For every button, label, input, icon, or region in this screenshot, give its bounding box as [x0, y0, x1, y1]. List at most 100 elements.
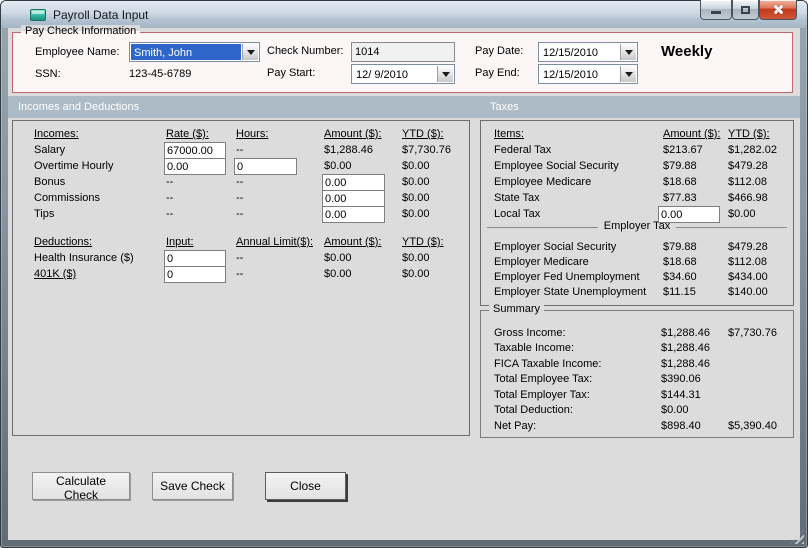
income-row-tips: Tips -- -- $0.00: [13, 206, 469, 223]
summary-legend: Summary: [489, 303, 545, 315]
label-gross-income: Gross Income:: [494, 327, 566, 339]
input-tips-amount[interactable]: [322, 206, 385, 223]
summary-groupbox: Summary Gross Income: $1,288.46 $7,730.76 T…: [480, 303, 794, 438]
deductions-header-deductions: Deductions:: [34, 236, 93, 248]
cell-federal-tax-ytd: $1,282.02: [728, 144, 777, 156]
pay-date-label: Pay Date:: [475, 45, 524, 57]
taxes-header-items: Items:: [494, 128, 524, 140]
cell-bonus-hours: --: [236, 176, 244, 188]
employee-name-dropdown-button[interactable]: [242, 44, 258, 60]
taxes-header-row: Items: Amount ($): YTD ($):: [481, 127, 793, 143]
calculate-check-button[interactable]: Calculate Check: [32, 472, 130, 502]
input-salary-rate[interactable]: [164, 142, 226, 159]
input-local-tax-amount[interactable]: [658, 206, 720, 223]
cell-health-insurance-amount: $0.00: [324, 252, 352, 264]
tax-row-local-tax: Local Tax $0.00: [481, 206, 793, 223]
tax-row-state-tax: State Tax $77.83 $466.98: [481, 191, 793, 207]
close-dialog-button[interactable]: Close: [265, 472, 346, 500]
incomes-header-ytd: YTD ($):: [402, 128, 444, 140]
cell-health-insurance-limit: --: [236, 252, 244, 264]
label-net-pay: Net Pay:: [494, 420, 537, 432]
incomes-header-hours: Hours:: [236, 128, 269, 140]
chevron-down-icon: [246, 50, 255, 55]
summary-row-net-pay: Net Pay: $898.40 $5,390.40: [481, 419, 793, 435]
taxes-header-amount: Amount ($):: [663, 128, 721, 140]
cell-employer-social-security-ytd: $479.28: [728, 241, 768, 253]
label-overtime-hourly: Overtime Hourly: [34, 160, 114, 172]
maximize-icon: [740, 5, 750, 14]
cell-employer-medicare-ytd: $112.08: [728, 256, 767, 268]
cell-state-tax-amount: $77.83: [663, 192, 697, 204]
label-employer-medicare: Employer Medicare: [494, 256, 589, 268]
deduction-row-health-insurance: Health Insurance ($) -- $0.00 $0.00: [13, 250, 469, 267]
minimize-button[interactable]: [700, 0, 732, 20]
label-employee-medicare: Employee Medicare: [494, 176, 592, 188]
label-total-deduction: Total Deduction:: [494, 404, 573, 416]
cell-employer-fed-unemployment-ytd: $434.00: [728, 271, 768, 283]
summary-row-total-employee-tax: Total Employee Tax: $390.06: [481, 372, 793, 388]
cell-employee-medicare-ytd: $112.08: [728, 176, 767, 188]
employee-name-value: Smith, John: [131, 44, 241, 60]
pay-start-dropdown-button[interactable]: [437, 66, 453, 82]
input-overtime-hourly-rate[interactable]: [164, 158, 226, 175]
input-health-insurance-input[interactable]: [164, 250, 226, 267]
save-check-button[interactable]: Save Check: [152, 472, 233, 500]
paycheck-info-groupbox: Pay Check Information Employee Name: Smi…: [12, 25, 793, 93]
ssn-label: SSN:: [35, 68, 61, 80]
label-state-tax: State Tax: [494, 192, 540, 204]
label-employer-state-unemployment: Employer State Unemployment: [494, 286, 647, 298]
cell-overtime-hourly-ytd: $0.00: [402, 160, 430, 172]
cell-employee-medicare-amount: $18.68: [663, 176, 697, 188]
pay-end-value: 12/15/2010: [543, 69, 599, 81]
input-commissions-amount[interactable]: [322, 190, 385, 207]
pay-end-dropdown-button[interactable]: [620, 66, 636, 82]
cell-salary-amount: $1,288.46: [324, 144, 373, 156]
minimize-icon: [711, 11, 721, 14]
incomes-deductions-panel: Incomes: Rate ($): Hours: Amount ($): YTD ($…: [12, 120, 470, 436]
summary-row-total-deduction: Total Deduction: $0.00: [481, 403, 793, 419]
cell-401k-amount: $0.00: [324, 268, 352, 280]
label-federal-tax: Federal Tax: [494, 144, 552, 156]
label-taxable-income: Taxable Income:: [494, 342, 575, 354]
cell-bonus-ytd: $0.00: [402, 176, 430, 188]
pay-end-picker[interactable]: 12/15/2010: [538, 64, 638, 84]
maximize-button[interactable]: [732, 0, 759, 20]
section-header-bar: Incomes and Deductions Taxes: [8, 96, 800, 118]
close-button[interactable]: [759, 0, 797, 20]
cell-fica-taxable-income-amount: $1,288.46: [661, 358, 710, 370]
deductions-header-amount: Amount ($):: [324, 236, 382, 248]
label-bonus: Bonus: [34, 176, 66, 188]
title-bar[interactable]: Payroll Data Input: [1, 1, 807, 28]
pay-start-picker[interactable]: 12/ 9/2010: [351, 64, 455, 84]
label-employer-social-security: Employer Social Security: [494, 241, 617, 253]
pay-frequency-label: Weekly: [661, 43, 713, 60]
input-401k-input[interactable]: [164, 266, 226, 283]
cell-total-employer-tax-amount: $144.31: [661, 389, 701, 401]
pay-date-dropdown-button[interactable]: [620, 44, 636, 60]
input-bonus-amount[interactable]: [322, 174, 385, 191]
pay-start-value: 12/ 9/2010: [356, 69, 408, 81]
employer-row-employer-fed-unemployment: Employer Fed Unemployment $34.60 $434.00: [487, 270, 787, 286]
cell-overtime-hourly-amount: $0.00: [324, 160, 352, 172]
chevron-down-icon: [441, 72, 450, 77]
cell-gross-income-ytd: $7,730.76: [728, 327, 777, 339]
label-commissions: Commissions: [34, 192, 101, 204]
pay-date-value: 12/15/2010: [543, 47, 599, 59]
input-overtime-hourly-hours[interactable]: [234, 158, 297, 175]
deductions-header-input: Input:: [166, 236, 194, 248]
label-total-employee-tax: Total Employee Tax:: [494, 373, 593, 385]
window-title: Payroll Data Input: [53, 8, 149, 22]
taxes-panel: Employer Tax Employer Social Security $79…: [480, 120, 794, 306]
cell-salary-ytd: $7,730.76: [402, 144, 451, 156]
employee-name-combobox[interactable]: Smith, John: [129, 42, 260, 62]
employer-row-employer-medicare: Employer Medicare $18.68 $112.08: [487, 255, 787, 271]
cell-local-tax-ytd: $0.00: [728, 208, 756, 220]
pay-start-label: Pay Start:: [267, 67, 316, 79]
employer-row-employer-social-security: Employer Social Security $79.88 $479.28: [487, 240, 787, 256]
cell-commissions-rate: --: [166, 192, 174, 204]
check-number-input[interactable]: [351, 42, 455, 62]
chevron-down-icon: [624, 50, 633, 55]
cell-employer-medicare-amount: $18.68: [663, 256, 697, 268]
pay-date-picker[interactable]: 12/15/2010: [538, 42, 638, 62]
incomes-header-amount: Amount ($):: [324, 128, 382, 140]
